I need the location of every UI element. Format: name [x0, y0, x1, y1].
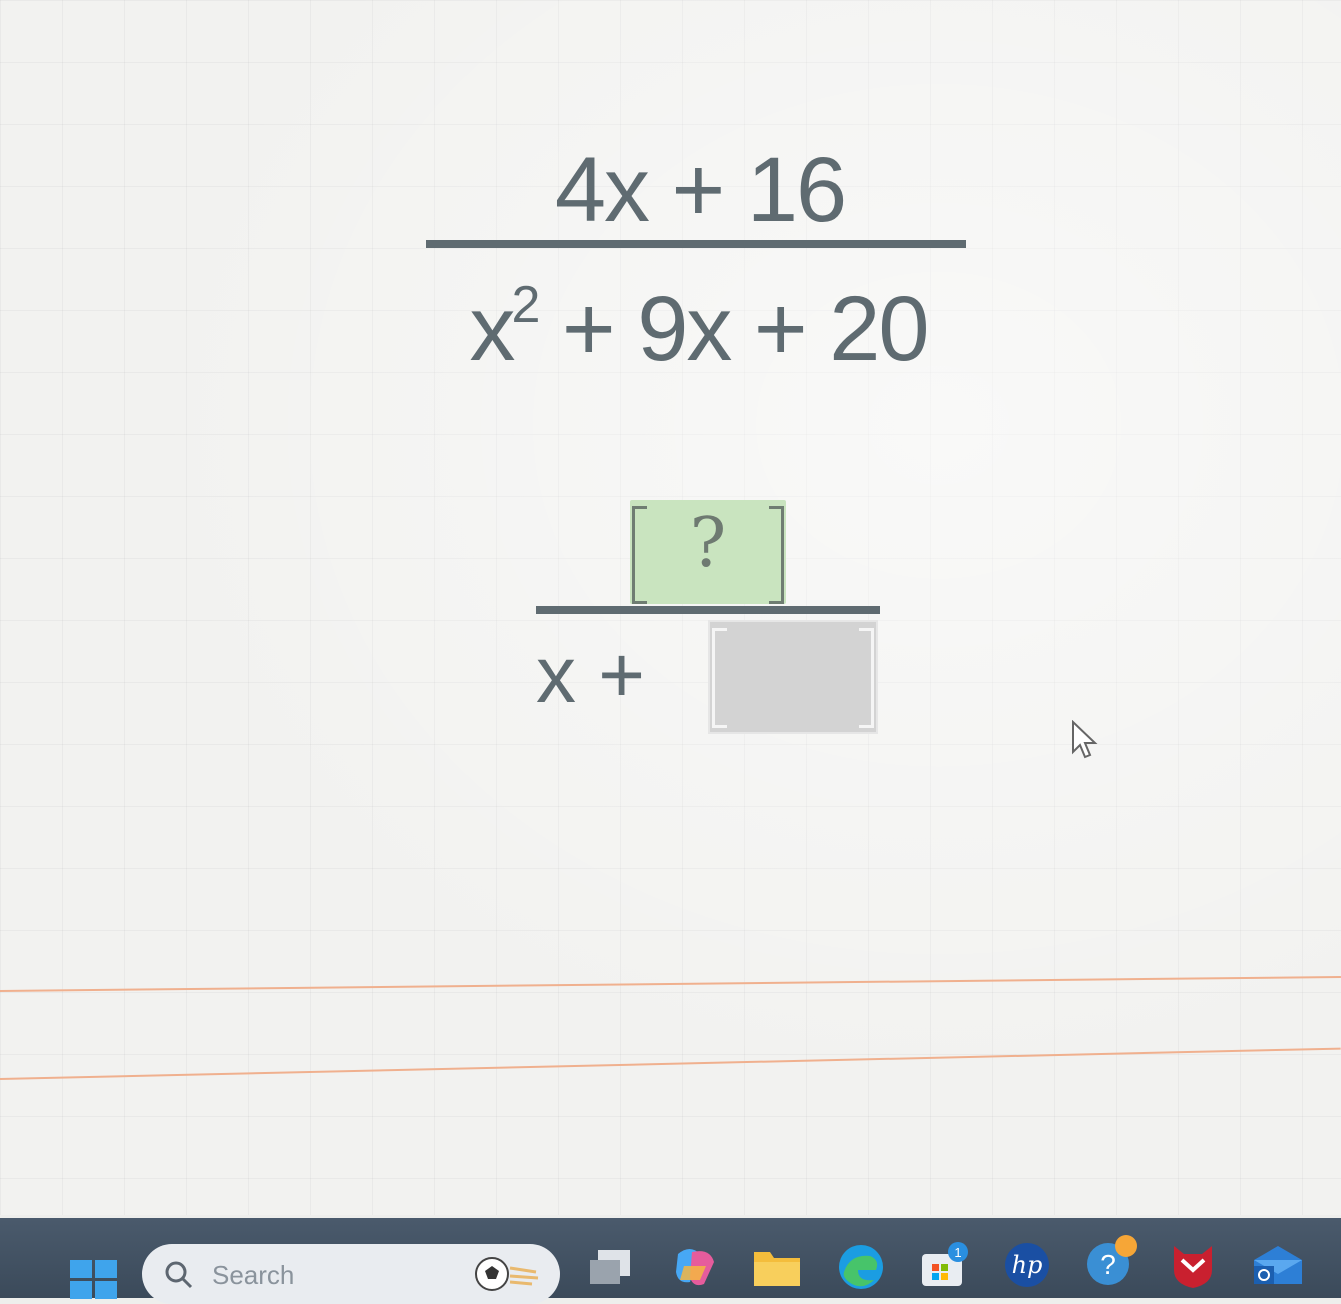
bracket-right: [859, 628, 874, 728]
answer-numerator-input[interactable]: ?: [630, 500, 786, 604]
denominator-base: x: [469, 278, 515, 380]
edge-icon[interactable]: [836, 1242, 886, 1292]
answer-numerator-placeholder: ?: [689, 504, 727, 583]
mouse-pointer-icon: [1072, 720, 1098, 759]
hp-icon[interactable]: hp: [1002, 1240, 1052, 1290]
denominator-rest: + 9x + 20: [538, 278, 930, 380]
denominator-exponent: 2: [511, 276, 540, 334]
problem-denominator: x2 + 9x + 20: [426, 255, 971, 379]
divider-line: [0, 975, 1341, 992]
mcafee-icon[interactable]: [1168, 1240, 1218, 1290]
copilot-icon[interactable]: [670, 1244, 720, 1290]
bracket-left: [712, 628, 727, 728]
lesson-screen: 4x + 16 x2 + 9x + 20 ? x +: [0, 0, 1341, 1215]
soccer-ball-icon: [475, 1257, 539, 1291]
microsoft-store-icon: 1: [922, 1242, 968, 1286]
task-view-icon[interactable]: [588, 1248, 634, 1288]
search-label: Search: [212, 1260, 295, 1290]
search-icon: [165, 1261, 193, 1289]
svg-text:?: ?: [1100, 1249, 1116, 1280]
store-badge: 1: [954, 1245, 961, 1260]
bracket-right: [769, 506, 784, 604]
file-explorer-icon[interactable]: [752, 1246, 802, 1290]
answer-fraction-bar: [536, 606, 880, 614]
answer-denominator-prefix: x +: [536, 630, 645, 719]
svg-text:hp: hp: [1012, 1251, 1043, 1279]
answer-denominator-input[interactable]: [708, 620, 878, 734]
divider-line: [0, 1047, 1341, 1080]
outlook-icon[interactable]: [1250, 1240, 1306, 1290]
help-icon[interactable]: ?: [1084, 1232, 1144, 1288]
problem-numerator: 4x + 16: [554, 139, 847, 241]
problem-fraction-bar: [426, 240, 966, 248]
microsoft-store-button[interactable]: 1: [918, 1240, 968, 1290]
taskbar: Search 1 hp ?: [0, 1218, 1341, 1304]
taskbar-search-box[interactable]: Search: [142, 1244, 560, 1304]
windows-start-icon[interactable]: [70, 1260, 118, 1300]
